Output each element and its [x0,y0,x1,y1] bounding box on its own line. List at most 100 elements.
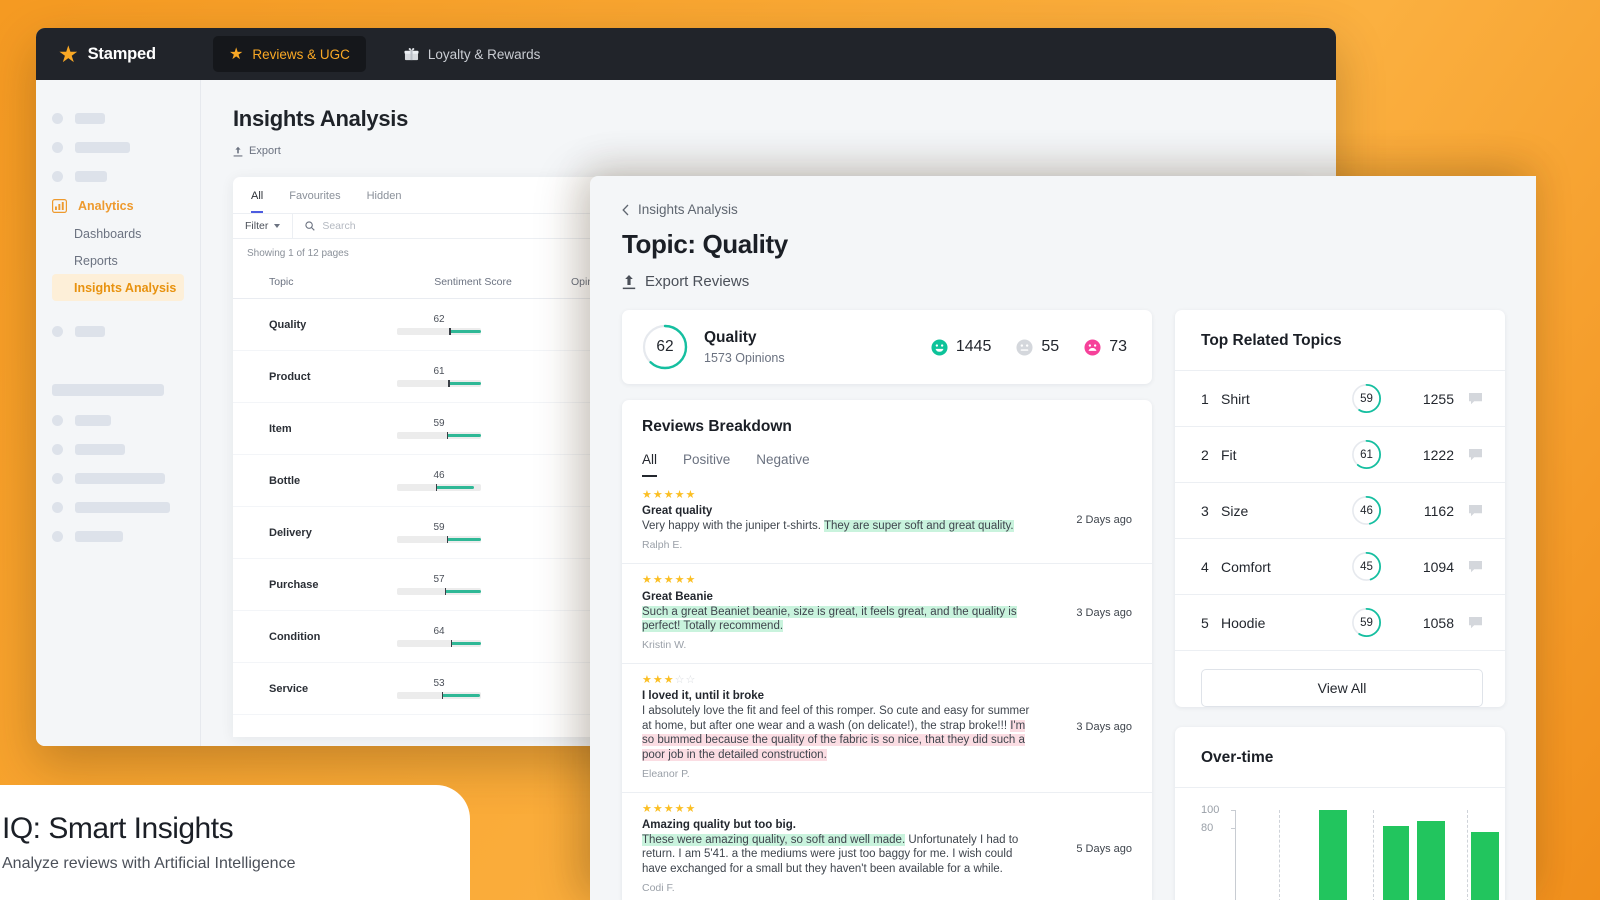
related-topic-score-ring: 59 [1351,607,1382,638]
review-text: These were amazing quality, so soft and … [642,834,1019,875]
reviews-tab-negative[interactable]: Negative [756,452,809,477]
breadcrumb-back[interactable]: Insights Analysis [622,202,1536,217]
cell-topic: Bottle [233,454,383,507]
over-time-chart-card: Over-time 100 80 [1175,727,1505,900]
score-marker [446,432,449,439]
tab-all[interactable]: All [251,190,264,213]
related-topic-row[interactable]: 3 Size 46 1162 [1175,483,1505,539]
chevron-down-icon [274,224,281,228]
chart-bar[interactable] [1319,810,1347,900]
review-headline: Great Beanie [642,590,713,603]
skeleton-bar [75,531,123,542]
sidebar-item-dashboards[interactable]: Dashboards [52,220,200,247]
brand-logo[interactable]: ★ Stamped [58,42,213,66]
export-button[interactable]: Export [233,145,1336,157]
chart-bar[interactable] [1417,821,1445,900]
comment-bubble-icon [1469,505,1482,517]
review-item[interactable]: ★★★☆☆ I loved it, until it broke I absolut… [622,663,1152,792]
review-author: Kristin W. [642,639,687,652]
sentiment-neutral[interactable]: 55 [1016,338,1059,356]
related-topic-rank: 3 [1201,502,1209,519]
skeleton-bar [75,415,111,426]
detail-side-column: Top Related Topics 1 Shirt 59 1255 2 Fit 61 122… [1175,310,1505,900]
star-icon: ★ [229,46,244,63]
score-fill [446,434,481,437]
chevron-left-icon [622,204,629,215]
related-topic-score: 45 [1360,560,1373,573]
related-topic-rank: 4 [1201,558,1209,575]
related-topic-row[interactable]: 1 Shirt 59 1255 [1175,371,1505,427]
sentiment-score-gauge: 53 [397,678,481,699]
view-all-label: View All [1317,680,1367,696]
column-header-sentiment-score[interactable]: Sentiment Score [383,268,563,299]
related-topic-score: 46 [1360,504,1373,517]
y-axis-tick-mark [1231,810,1236,811]
chart-bar[interactable] [1471,832,1499,900]
sidebar-item-reports[interactable]: Reports [52,247,200,274]
sidebar-section-label: Analytics [78,198,134,213]
cell-sentiment-score: 59 [383,402,563,455]
score-number: 59 [433,418,445,429]
detail-columns: 62 Quality 1573 Opinions 1445 55 73 Revi… [622,310,1536,900]
review-timestamp: 2 Days ago [1076,514,1132,527]
tab-favourites[interactable]: Favourites [289,190,340,213]
chart-bar[interactable] [1383,825,1409,900]
related-topic-row[interactable]: 4 Comfort 45 1094 [1175,539,1505,595]
tab-hidden[interactable]: Hidden [367,190,402,213]
sidebar-item-analytics[interactable]: Analytics [52,191,200,220]
skeleton-group-header [52,384,164,396]
caption-title: IQ: Smart Insights [2,812,234,845]
sentiment-score-gauge: 59 [397,522,481,543]
sidebar-item-insights-analysis[interactable]: Insights Analysis [52,274,184,301]
cell-sentiment-score: 59 [383,506,563,559]
nav-tab-reviews-ugc[interactable]: ★ Reviews & UGC [213,36,366,72]
related-topic-row[interactable]: 5 Hoodie 59 1058 [1175,595,1505,651]
reviews-tab-all[interactable]: All [642,452,658,477]
score-fill [450,642,481,645]
sidebar-item-label: Reports [74,253,118,268]
sidebar: Analytics Dashboards Reports Insights An… [36,80,201,746]
score-marker [441,692,444,699]
sentiment-counts: 1445 55 73 [931,338,1127,356]
review-item[interactable]: ★★★★★ Great quality Very happy with the ju… [622,477,1152,563]
comment-bubble-icon [1469,393,1482,405]
column-header-topic[interactable]: Topic [233,268,383,299]
cell-sentiment-score: 57 [383,558,563,611]
score-number: 61 [433,366,445,377]
review-item[interactable]: ★★★★★ Amazing quality but too big. These w… [622,791,1152,900]
reviews-breakdown-title: Reviews Breakdown [642,418,792,435]
star-rating-icon: ★★★☆☆ [642,674,697,687]
score-track [397,432,481,439]
reviews-tab-positive[interactable]: Positive [683,452,730,477]
score-number: 53 [433,678,445,689]
review-text: Such a great Beaniet beanie, size is gre… [642,605,1034,634]
skeleton-dot [52,444,63,455]
skeleton-dot [52,171,63,182]
sentiment-negative[interactable]: 73 [1084,338,1127,356]
breadcrumb-label: Insights Analysis [638,202,738,217]
review-headline: I loved it, until it broke [642,690,765,703]
star-rating-icon: ★★★★★ [642,574,697,587]
score-track [397,328,481,335]
related-topic-count: 1094 [1422,558,1454,575]
nav-tab-loyalty-rewards[interactable]: Loyalty & Rewards [388,36,557,72]
sentiment-positive[interactable]: 1445 [931,338,991,356]
tab-label: Negative [756,452,810,467]
score-fill [444,590,481,593]
score-marker [450,640,453,647]
related-topic-score: 61 [1360,448,1373,461]
brand-name: Stamped [87,44,156,63]
smiley-neutral-icon [1016,338,1033,356]
topic-summary-card: 62 Quality 1573 Opinions 1445 55 73 [622,310,1152,384]
score-fill [449,330,481,333]
filter-dropdown[interactable]: Filter [233,214,294,238]
review-item[interactable]: ★★★★★ Great Beanie Such a great Beaniet be… [622,563,1152,663]
view-all-button[interactable]: View All [1201,669,1483,707]
score-marker [444,588,447,595]
summary-text: Quality 1573 Opinions [704,329,785,365]
sidebar-skeleton-item [52,162,200,191]
export-reviews-button[interactable]: Export Reviews [622,273,1536,290]
related-topic-row[interactable]: 2 Fit 61 1222 [1175,427,1505,483]
review-body: ★★★★★ Great quality Very happy with the ju… [642,489,1050,551]
tab-label: Favourites [289,190,341,202]
